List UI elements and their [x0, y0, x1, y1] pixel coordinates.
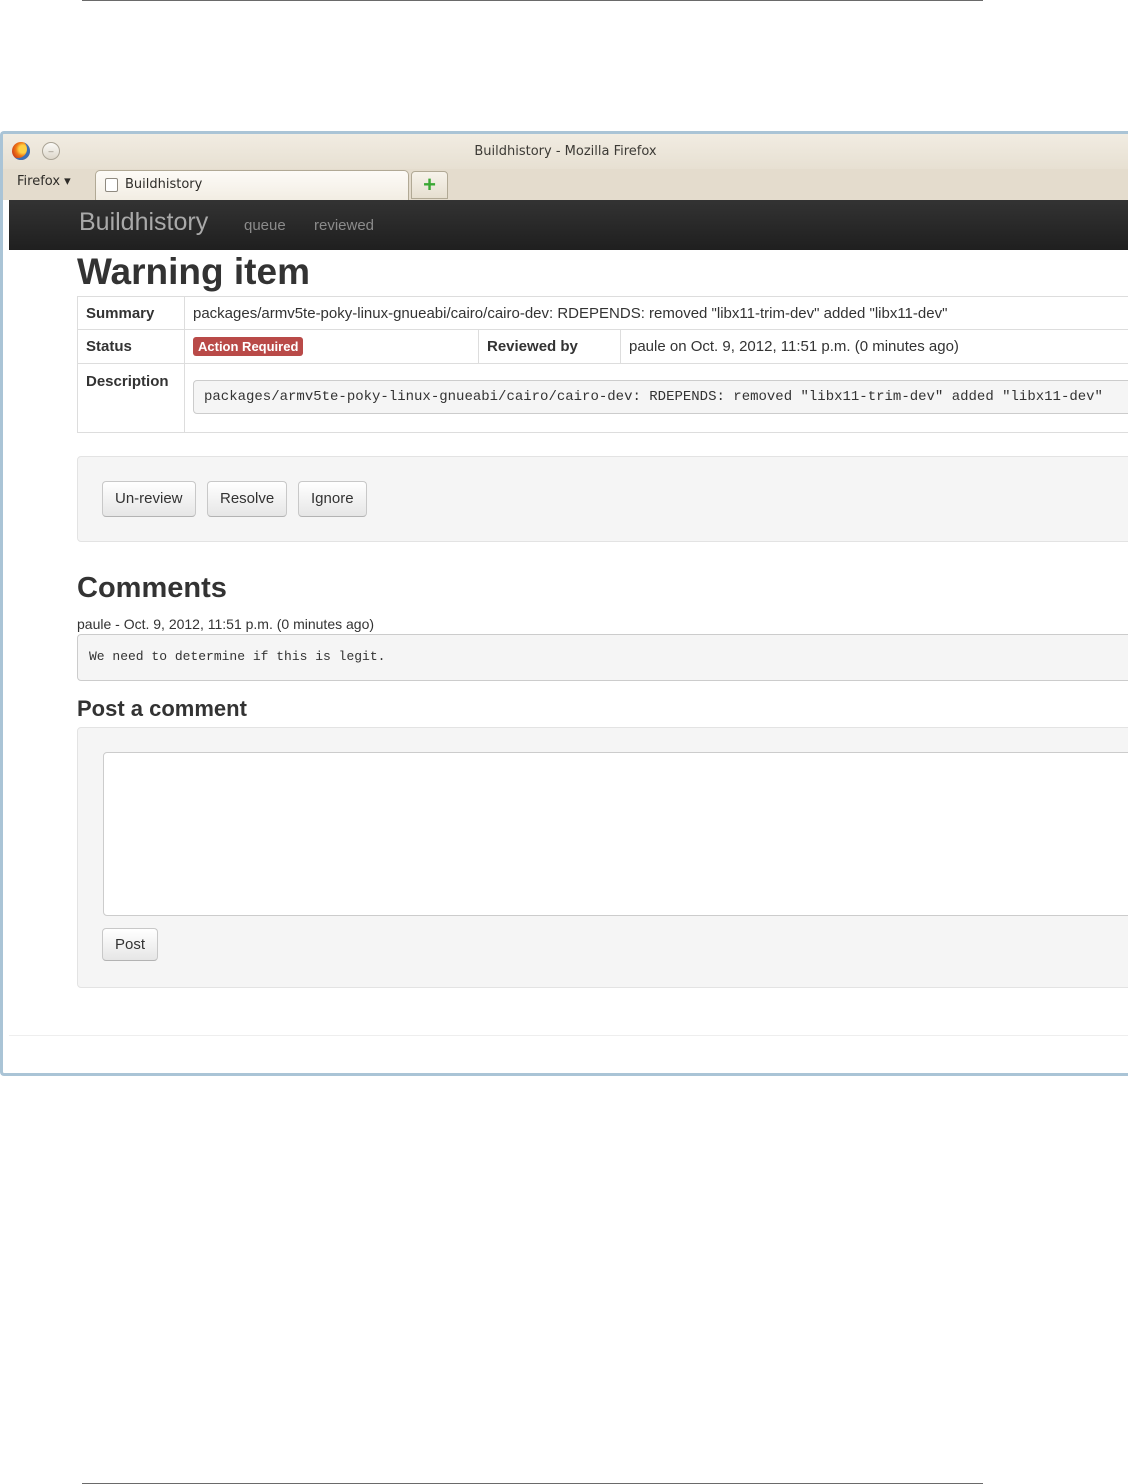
ignore-button[interactable]: Ignore [298, 481, 367, 517]
window-titlebar: – Buildhistory - Mozilla Firefox [3, 134, 1128, 169]
nav-link-queue[interactable]: queue [244, 217, 286, 234]
reviewed-by-label: Reviewed by [478, 329, 621, 364]
tab-label: Buildhistory [125, 177, 203, 192]
status-badge: Action Required [193, 337, 304, 356]
brand-link[interactable]: Buildhistory [79, 208, 208, 237]
tab-bar: Firefox ▾ Buildhistory + [3, 169, 1128, 200]
footer-divider [9, 1035, 1128, 1036]
firefox-menu-button[interactable]: Firefox ▾ [17, 174, 71, 189]
summary-label: Summary [77, 296, 185, 330]
summary-value: packages/armv5te-poky-linux-gnueabi/cair… [184, 296, 1128, 330]
page-title: Warning item [77, 251, 310, 292]
status-row: Status Action Required Reviewed by paule… [77, 329, 1128, 364]
description-cell: packages/armv5te-poky-linux-gnueabi/cair… [184, 363, 1128, 433]
reviewed-by-value: paule on Oct. 9, 2012, 11:51 p.m. (0 min… [620, 329, 1128, 364]
status-label: Status [77, 329, 185, 364]
comment-text: We need to determine if this is legit. [77, 634, 1128, 681]
summary-row: Summary packages/armv5te-poky-linux-gnue… [77, 296, 1128, 330]
page-top-rule [82, 0, 983, 1]
resolve-button[interactable]: Resolve [207, 481, 288, 517]
comment-meta: paule - Oct. 9, 2012, 11:51 p.m. (0 minu… [77, 616, 375, 632]
description-row: Description packages/armv5te-poky-linux-… [77, 363, 1128, 433]
new-tab-button[interactable]: + [411, 171, 448, 199]
description-value: packages/armv5te-poky-linux-gnueabi/cair… [193, 380, 1128, 414]
comment-textarea[interactable] [103, 752, 1128, 916]
post-comment-heading: Post a comment [77, 696, 247, 721]
nav-link-reviewed[interactable]: reviewed [314, 217, 374, 234]
description-label: Description [77, 363, 185, 433]
page-favicon-icon [105, 178, 118, 192]
status-cell: Action Required [184, 329, 479, 364]
tab-buildhistory[interactable]: Buildhistory [95, 170, 409, 200]
actions-well: Un-review Resolve Ignore [77, 456, 1128, 542]
warning-details-table: Summary packages/armv5te-poky-linux-gnue… [77, 296, 1128, 433]
comments-heading: Comments [77, 572, 227, 604]
post-button[interactable]: Post [102, 928, 159, 961]
browser-window: – Buildhistory - Mozilla Firefox Firefox… [0, 131, 1128, 1076]
window-title: Buildhistory - Mozilla Firefox [474, 144, 657, 159]
site-navbar: Buildhistory queue reviewed [9, 200, 1128, 250]
unreview-button[interactable]: Un-review [102, 481, 196, 517]
post-comment-well: Post [77, 727, 1128, 988]
